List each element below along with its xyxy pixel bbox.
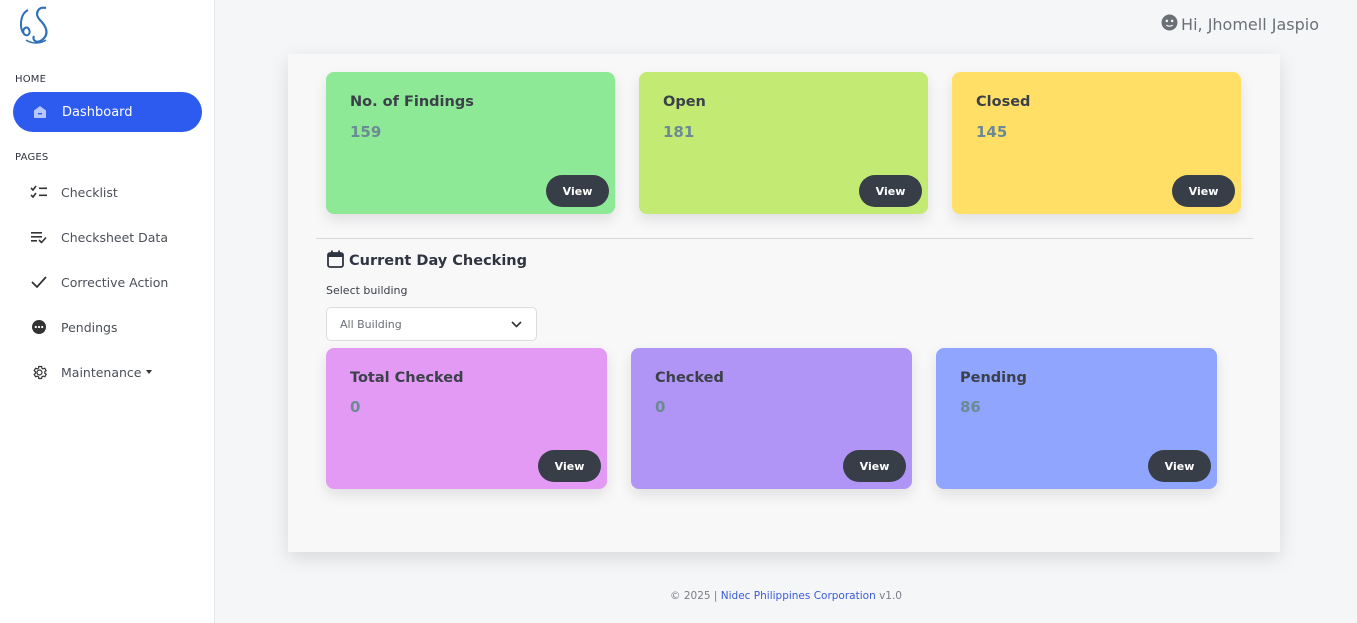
card-title: Open [663, 94, 706, 110]
calendar-icon [327, 250, 344, 272]
gear-icon [30, 363, 48, 381]
sidebar: HOME Dashboard PAGES Checklist Checkshee… [0, 0, 215, 623]
sidebar-item-label: Checksheet Data [61, 229, 168, 245]
caret-down-icon [145, 370, 152, 374]
card-value: 159 [350, 123, 382, 141]
card-title: Closed [976, 94, 1031, 110]
card-value: 86 [960, 398, 981, 416]
closed-card: Closed 145 View [952, 72, 1241, 214]
sidebar-item-label: Corrective Action [61, 274, 169, 290]
pending-card: Pending 86 View [936, 348, 1217, 489]
card-title: Pending [960, 370, 1027, 386]
section-divider [316, 238, 1253, 239]
card-value: 0 [655, 398, 666, 416]
sidebar-item-pendings[interactable]: Pendings [30, 312, 205, 342]
pending-dots-icon [30, 318, 48, 336]
select-building-label: Select building [326, 284, 408, 297]
sidebar-item-checksheet-data[interactable]: Checksheet Data [30, 222, 205, 252]
view-closed-button[interactable]: View [1172, 175, 1235, 207]
section-title: Current Day Checking [349, 253, 527, 269]
card-title: Total Checked [350, 370, 464, 386]
card-title: No. of Findings [350, 94, 474, 110]
footer: © 2025 | Nidec Philippines Corporation v… [215, 590, 1357, 602]
sidebar-item-corrective-action[interactable]: Corrective Action [30, 267, 205, 297]
sidebar-item-dashboard[interactable]: Dashboard [13, 92, 202, 132]
card-title: Checked [655, 370, 724, 386]
building-select[interactable]: All Building [326, 307, 537, 341]
checklist-icon [30, 183, 48, 201]
card-value: 181 [663, 123, 695, 141]
footer-copyright: © 2025 | [670, 590, 718, 602]
findings-card: No. of Findings 159 View [326, 72, 615, 214]
open-card: Open 181 View [639, 72, 928, 214]
card-value: 0 [350, 398, 361, 416]
pages-section-label: PAGES [15, 152, 49, 163]
view-checked-button[interactable]: View [843, 450, 906, 482]
sidebar-item-label: Maintenance [61, 364, 142, 380]
user-greeting: Hi, Jhomell Jaspio [1181, 15, 1319, 34]
view-open-button[interactable]: View [859, 175, 922, 207]
sidebar-item-maintenance[interactable]: Maintenance [30, 357, 205, 387]
view-findings-button[interactable]: View [546, 175, 609, 207]
check-icon [30, 273, 48, 291]
user-menu[interactable]: Hi, Jhomell Jaspio [1161, 14, 1319, 35]
checked-card: Checked 0 View [631, 348, 912, 489]
sidebar-item-label: Dashboard [62, 104, 133, 120]
brand-logo[interactable] [16, 4, 56, 48]
chevron-down-icon [511, 318, 522, 331]
footer-company-link[interactable]: Nidec Philippines Corporation [721, 590, 876, 602]
sidebar-item-label: Pendings [61, 319, 118, 335]
total-checked-card: Total Checked 0 View [326, 348, 607, 489]
home-section-label: HOME [15, 74, 47, 85]
user-face-icon [1161, 14, 1178, 35]
sidebar-item-checklist[interactable]: Checklist [30, 177, 205, 207]
sidebar-item-label: Checklist [61, 184, 118, 200]
view-pending-button[interactable]: View [1148, 450, 1211, 482]
building-select-value: All Building [340, 317, 402, 331]
view-total-checked-button[interactable]: View [538, 450, 601, 482]
footer-version: v1.0 [879, 590, 902, 602]
card-value: 145 [976, 123, 1008, 141]
current-day-heading: Current Day Checking [327, 250, 527, 272]
checksheet-icon [30, 228, 48, 246]
home-icon [31, 103, 49, 121]
